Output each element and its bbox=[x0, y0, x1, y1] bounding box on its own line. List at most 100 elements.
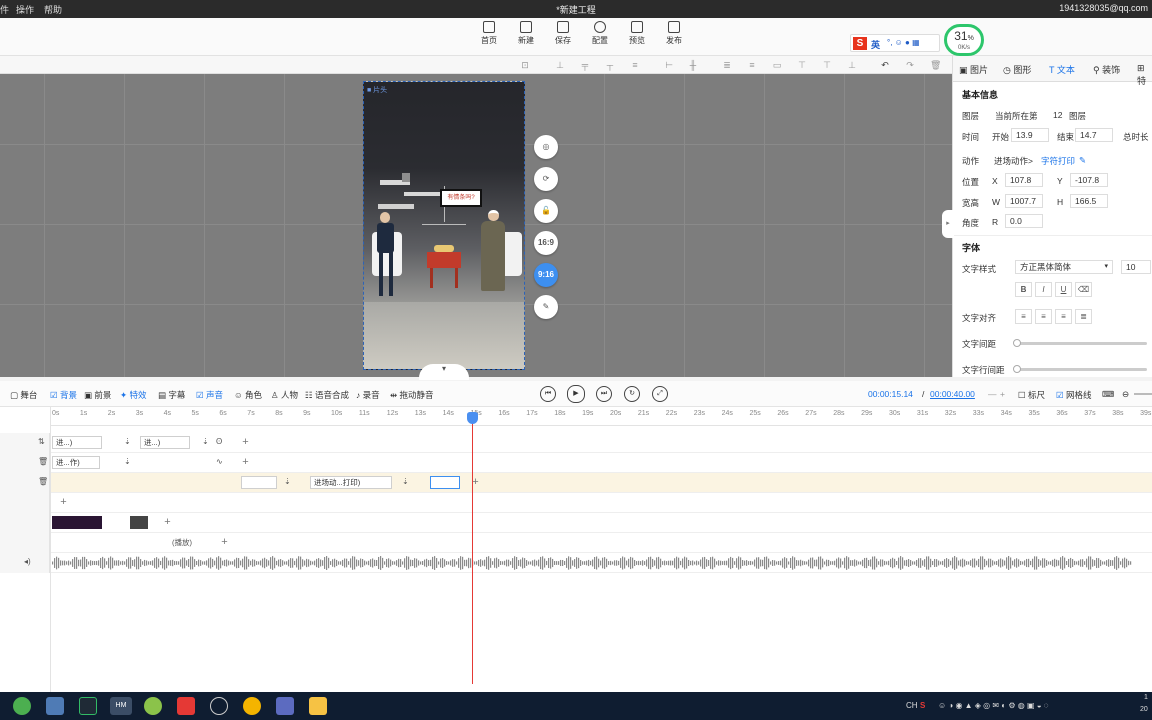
loop-button[interactable]: ↻ bbox=[624, 386, 640, 402]
same-height-icon[interactable]: ⊤ bbox=[797, 60, 807, 70]
audition-icon[interactable] bbox=[79, 697, 97, 715]
ime-tools-icon[interactable]: °, ☺ ● ▦ bbox=[887, 38, 920, 47]
clear-format-button[interactable]: ⌫ bbox=[1075, 282, 1092, 297]
clock-date[interactable]: 20 bbox=[1140, 706, 1148, 713]
delete-icon[interactable]: 🗑 bbox=[930, 60, 941, 70]
align-right-button[interactable]: ≡ bbox=[1055, 309, 1072, 324]
play-button[interactable]: ▶ bbox=[567, 385, 585, 403]
add-clip-button[interactable]: + bbox=[219, 537, 230, 548]
align-right-icon[interactable]: ≣ bbox=[722, 60, 732, 70]
app-shield-icon[interactable] bbox=[276, 697, 294, 715]
height-input[interactable]: 166.5 bbox=[1070, 194, 1108, 208]
track-row-audio[interactable]: ◂) bbox=[0, 553, 1152, 573]
audio-waveform[interactable] bbox=[52, 555, 1150, 571]
tab-shape[interactable]: ◷ 图形 bbox=[1003, 63, 1031, 76]
trash-icon[interactable]: 🗑 bbox=[38, 457, 48, 466]
font-family-select[interactable]: 方正黑体简体 ▾ bbox=[1015, 260, 1113, 274]
start-button-icon[interactable] bbox=[13, 697, 31, 715]
account-label[interactable]: 1941328035@qq.com bbox=[1059, 3, 1148, 13]
skip-forward-button[interactable]: ⏭ bbox=[596, 386, 612, 402]
transition-icon[interactable]: ⇣ bbox=[124, 437, 131, 446]
add-clip-button[interactable]: + bbox=[58, 497, 69, 508]
tray-icons[interactable]: ☺ ◑ ◉ ▲ ◈ ◎ ✉ ◐ ⚙ ◍ ▣ ◒ ◌ bbox=[938, 701, 1049, 710]
line-spacing-slider[interactable] bbox=[1013, 365, 1147, 373]
drag-icon[interactable]: ⇅ bbox=[38, 437, 45, 446]
clock-time[interactable]: 1 bbox=[1144, 694, 1148, 701]
background-clip[interactable] bbox=[130, 516, 148, 529]
align-justify-button[interactable]: ≣ bbox=[1075, 309, 1092, 324]
home-button[interactable]: 首页 bbox=[474, 21, 504, 46]
track-row-empty[interactable]: + bbox=[0, 493, 1152, 513]
track-row-background[interactable]: + bbox=[0, 513, 1152, 533]
distribute-h-icon[interactable]: ≡ bbox=[747, 60, 757, 70]
app-tool-icon[interactable] bbox=[177, 697, 195, 715]
grid-toggle[interactable]: ☑ 网格线 bbox=[1056, 389, 1092, 401]
chrome-icon[interactable] bbox=[243, 697, 261, 715]
width-input[interactable]: 1007.7 bbox=[1005, 194, 1043, 208]
skip-back-button[interactable]: ⏮ bbox=[540, 386, 556, 402]
letter-spacing-slider[interactable] bbox=[1013, 339, 1147, 347]
transition-icon[interactable]: ⇣ bbox=[284, 477, 291, 486]
keyboard-icon[interactable]: ⌨ bbox=[1102, 389, 1114, 400]
align-bottom-icon[interactable]: ┬ bbox=[605, 60, 615, 70]
text-clip-typewriter[interactable]: 进场动...打印) bbox=[310, 476, 392, 489]
ruler-toggle[interactable]: ☐ 标尺 bbox=[1018, 389, 1045, 401]
app-hm-icon[interactable]: HM bbox=[110, 697, 132, 715]
angle-input[interactable]: 0.0 bbox=[1005, 214, 1043, 228]
track-row-effect[interactable]: 🗑 进...作) ⇣ ∿ + bbox=[0, 453, 1152, 473]
snapshot-button[interactable]: ◎ bbox=[534, 135, 558, 159]
playhead-line[interactable] bbox=[472, 412, 473, 684]
obs-icon[interactable] bbox=[210, 697, 228, 715]
tool-sound[interactable]: ☑ 声音 bbox=[196, 389, 223, 401]
tool-person[interactable]: ♙ 人物 bbox=[271, 389, 298, 401]
underline-button[interactable]: U bbox=[1055, 282, 1072, 297]
same-size2-icon[interactable]: ⊥ bbox=[847, 60, 857, 70]
tab-image[interactable]: ▣ 图片 bbox=[959, 63, 988, 76]
sogou-tray-icon[interactable]: S bbox=[920, 701, 925, 710]
undo-icon[interactable]: ↶ bbox=[880, 60, 890, 70]
collapse-tab[interactable]: ▾ bbox=[419, 364, 469, 380]
add-clip-button[interactable]: + bbox=[240, 437, 251, 448]
edit-button[interactable]: ✎ bbox=[534, 295, 558, 319]
playhead-handle[interactable] bbox=[467, 412, 478, 424]
slider-knob[interactable] bbox=[1013, 365, 1021, 373]
ime-toolbar[interactable]: S 英 °, ☺ ● ▦ bbox=[850, 34, 940, 52]
add-clip-button[interactable]: + bbox=[162, 517, 173, 528]
action-icon[interactable]: ∿ bbox=[216, 457, 223, 466]
selected-text-clip[interactable] bbox=[430, 476, 460, 489]
app-ball-icon[interactable] bbox=[144, 697, 162, 715]
transition-icon[interactable]: ⇣ bbox=[202, 437, 209, 446]
phone-preview[interactable]: ■ 片头 有情条吗? bbox=[363, 81, 525, 370]
x-input[interactable]: 107.8 bbox=[1005, 173, 1043, 187]
slider-knob[interactable] bbox=[1013, 339, 1021, 347]
role-clip[interactable]: 进...) bbox=[52, 436, 102, 449]
edit-action-icon[interactable]: ✎ bbox=[1079, 155, 1086, 166]
file-explorer-icon[interactable] bbox=[309, 697, 327, 715]
italic-button[interactable]: I bbox=[1035, 282, 1052, 297]
background-clip[interactable] bbox=[52, 516, 102, 529]
effect-clip[interactable]: 进...作) bbox=[52, 456, 100, 469]
zoom-out-time-icon[interactable]: — bbox=[988, 389, 997, 399]
role-clip[interactable]: 进...) bbox=[140, 436, 190, 449]
publish-button[interactable]: 发布 bbox=[659, 21, 689, 46]
transition-icon[interactable]: ⇣ bbox=[124, 457, 131, 466]
align-center-button[interactable]: ≡ bbox=[1035, 309, 1052, 324]
tool-record[interactable]: ♪ 录音 bbox=[356, 389, 380, 401]
track-row-sound-effect[interactable]: (播放) + bbox=[0, 533, 1152, 553]
tool-subtitle[interactable]: ▤ 字幕 bbox=[158, 389, 185, 401]
same-size-icon[interactable]: ⊤ bbox=[822, 60, 832, 70]
same-width-icon[interactable]: ▭ bbox=[772, 60, 782, 70]
track-row-role[interactable]: ⇅ 进...) ⇣ 进...) ⇣ ʘ + bbox=[0, 433, 1152, 453]
save-button[interactable]: 保存 bbox=[548, 21, 578, 46]
ratio-16-9-button[interactable]: 16:9 bbox=[534, 231, 558, 255]
align-left-button[interactable]: ≡ bbox=[1015, 309, 1032, 324]
ratio-9-16-button[interactable]: 9:16 bbox=[534, 263, 558, 287]
sound-effect-clip[interactable]: (播放) bbox=[172, 537, 192, 548]
tool-role[interactable]: ☺ 角色 bbox=[234, 389, 262, 401]
redo-icon[interactable]: ↷ bbox=[905, 60, 915, 70]
tool-stage[interactable]: ▢ 舞台 bbox=[10, 389, 37, 401]
total-time[interactable]: 00:00:40.00 bbox=[930, 389, 975, 399]
track-row-text[interactable]: 🗑 ⇣ 进场动...打印) ⇣ + bbox=[0, 473, 1152, 493]
action-value[interactable]: 进场动作> bbox=[994, 155, 1033, 167]
speaker-icon[interactable]: ◂) bbox=[24, 557, 31, 566]
